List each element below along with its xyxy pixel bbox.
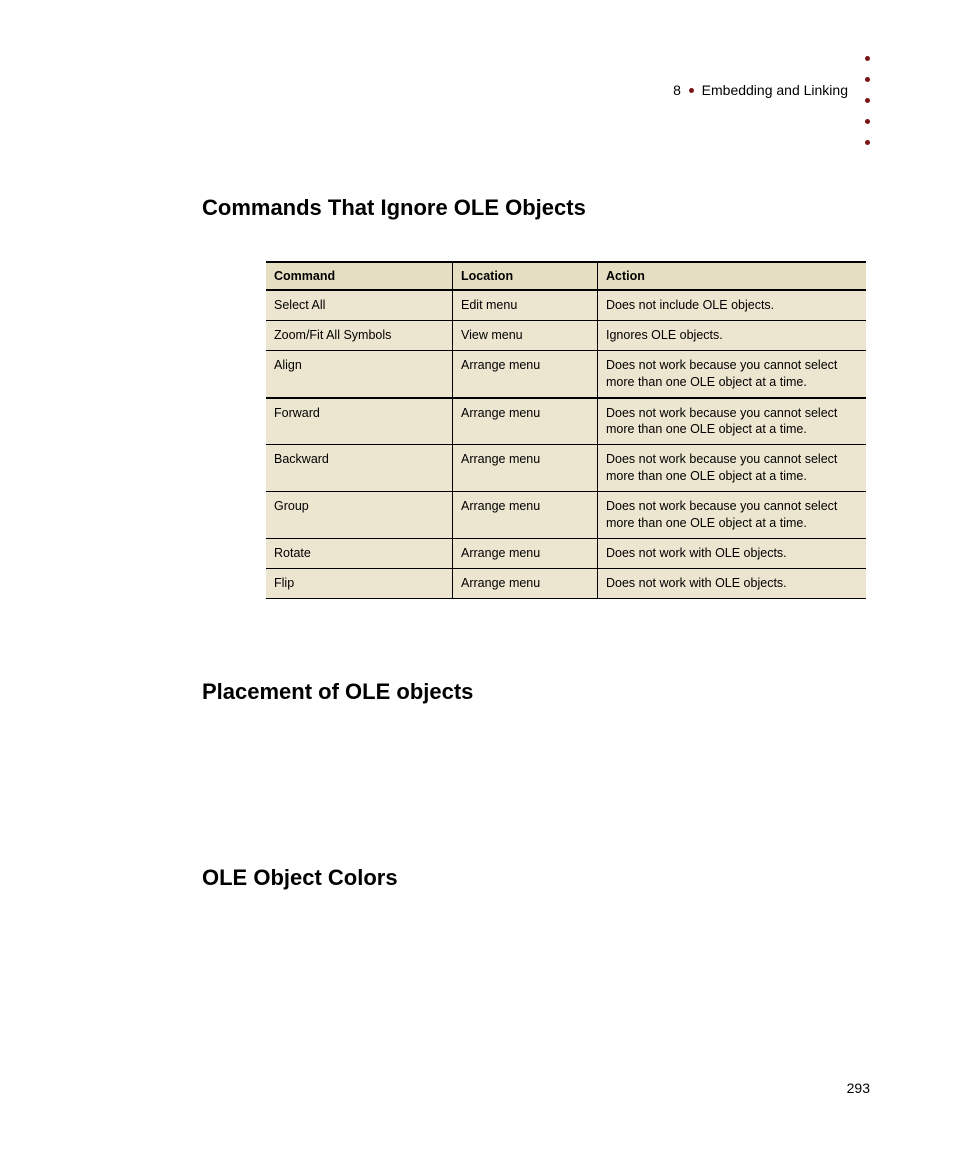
bullet-icon [689,88,694,93]
cell-location: Edit menu [453,290,598,320]
cell-action: Does not work with OLE objects. [598,538,867,568]
section-heading-commands: Commands That Ignore OLE Objects [202,195,867,221]
chapter-number: 8 [673,82,681,98]
table-row: Forward Arrange menu Does not work becau… [266,398,866,445]
cell-action: Ignores OLE objects. [598,320,867,350]
page: 8 Embedding and Linking Commands That Ig… [0,0,954,1164]
cell-action: Does not work because you cannot select … [598,492,867,539]
cell-command: Select All [266,290,453,320]
cell-action: Does not work with OLE objects. [598,568,867,598]
cell-location: Arrange menu [453,568,598,598]
table-row: Rotate Arrange menu Does not work with O… [266,538,866,568]
cell-command: Group [266,492,453,539]
bullet-icon [865,140,870,145]
table-row: Backward Arrange menu Does not work beca… [266,445,866,492]
cell-action: Does not work because you cannot select … [598,350,867,397]
cell-command: Zoom/Fit All Symbols [266,320,453,350]
vertical-dots-decoration [865,56,870,145]
section-heading-placement: Placement of OLE objects [202,679,867,705]
cell-command: Rotate [266,538,453,568]
bullet-icon [865,98,870,103]
table-row: Align Arrange menu Does not work because… [266,350,866,397]
commands-table: Command Location Action Select All Edit … [266,261,866,599]
bullet-icon [865,56,870,61]
table-header-command: Command [266,262,453,290]
cell-location: Arrange menu [453,445,598,492]
page-number: 293 [847,1080,870,1096]
table-header-row: Command Location Action [266,262,866,290]
table-row: Group Arrange menu Does not work because… [266,492,866,539]
table-header-location: Location [453,262,598,290]
running-header: 8 Embedding and Linking [673,82,848,98]
section-heading-colors: OLE Object Colors [202,865,867,891]
cell-command: Flip [266,568,453,598]
cell-action: Does not include OLE objects. [598,290,867,320]
cell-location: Arrange menu [453,492,598,539]
cell-location: Arrange menu [453,538,598,568]
content-area: Commands That Ignore OLE Objects Command… [202,195,867,891]
cell-location: View menu [453,320,598,350]
cell-location: Arrange menu [453,398,598,445]
cell-action: Does not work because you cannot select … [598,445,867,492]
table-row: Zoom/Fit All Symbols View menu Ignores O… [266,320,866,350]
table-header-action: Action [598,262,867,290]
table-row: Select All Edit menu Does not include OL… [266,290,866,320]
cell-command: Backward [266,445,453,492]
cell-command: Forward [266,398,453,445]
chapter-title: Embedding and Linking [702,82,848,98]
table-row: Flip Arrange menu Does not work with OLE… [266,568,866,598]
cell-action: Does not work because you cannot select … [598,398,867,445]
bullet-icon [865,77,870,82]
bullet-icon [865,119,870,124]
cell-command: Align [266,350,453,397]
cell-location: Arrange menu [453,350,598,397]
